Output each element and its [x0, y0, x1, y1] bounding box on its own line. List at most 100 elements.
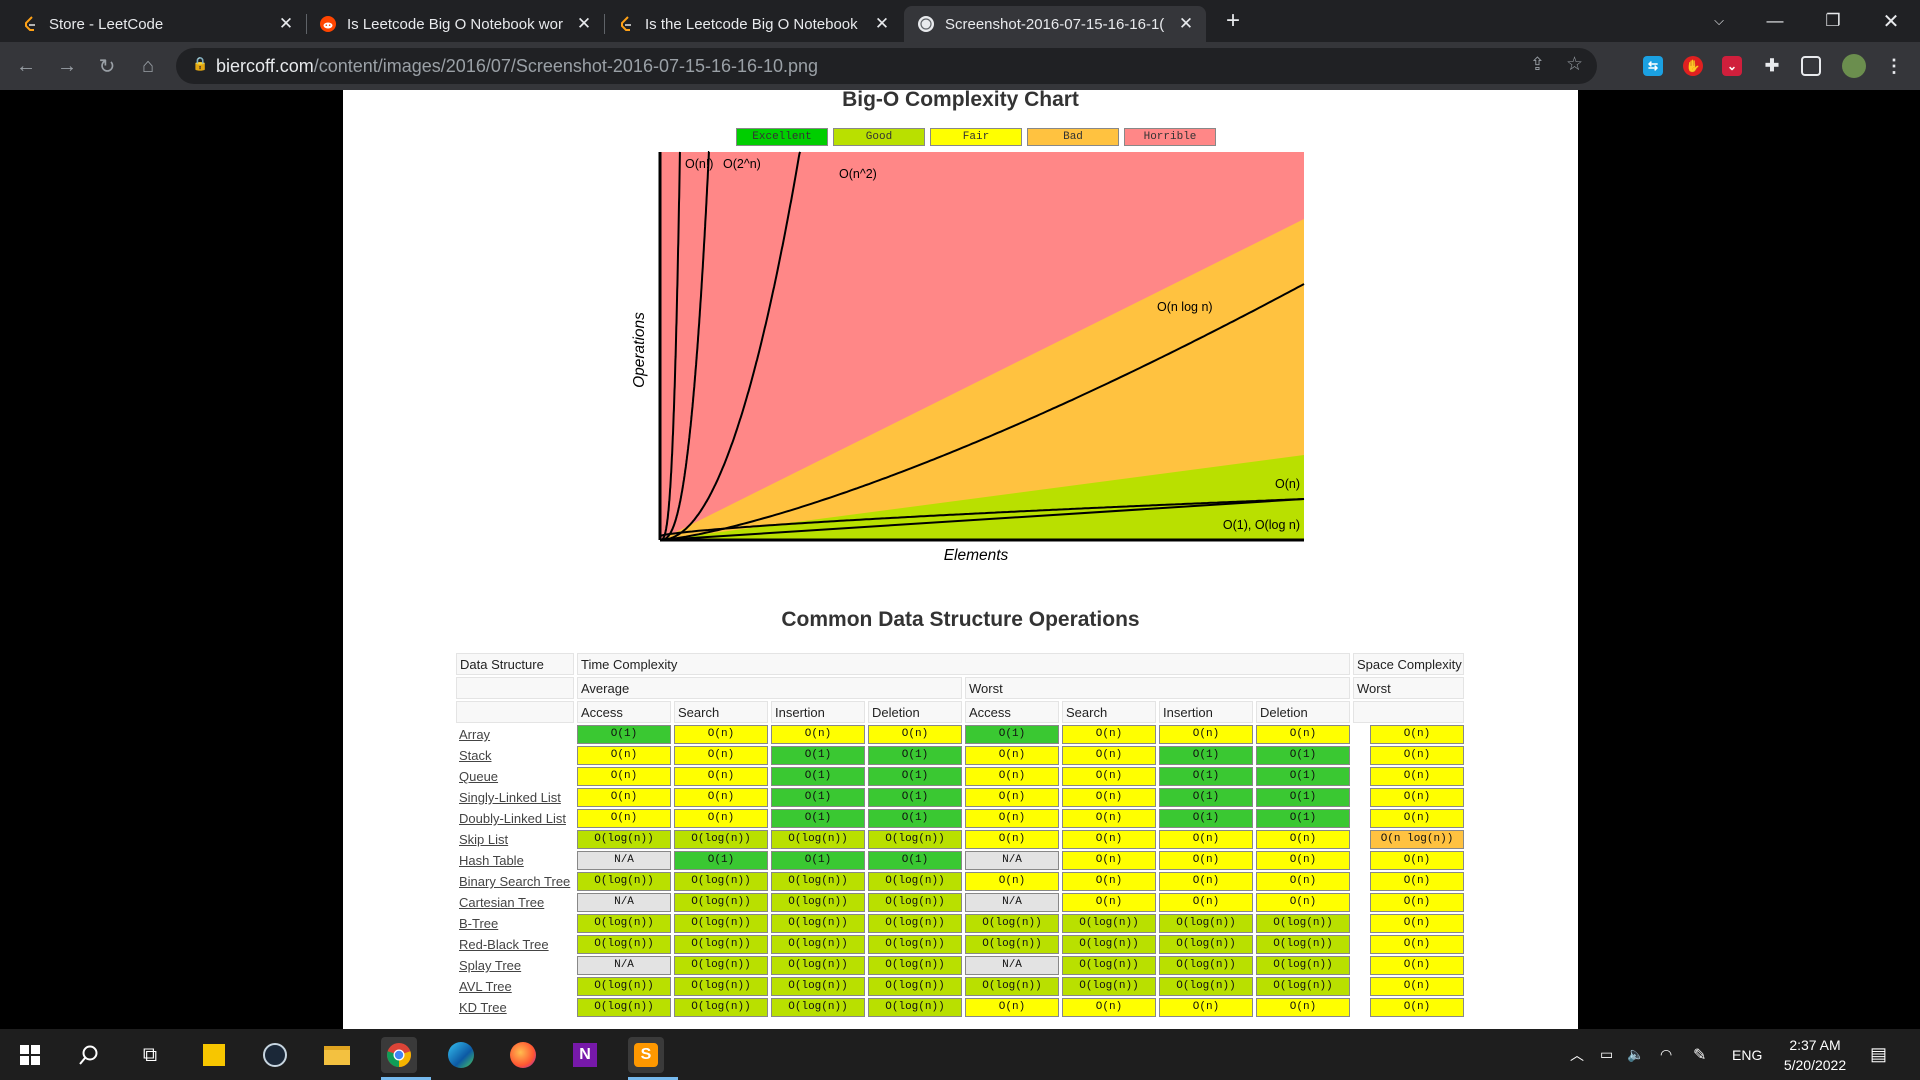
clock[interactable]: 2:37 AM 5/20/2022: [1770, 1029, 1860, 1080]
restore-icon[interactable]: ❐: [1810, 0, 1856, 42]
sublime-text-icon[interactable]: S: [628, 1037, 664, 1073]
structure-link[interactable]: Stack: [456, 746, 574, 765]
structure-link[interactable]: Red-Black Tree: [456, 935, 574, 954]
structure-link[interactable]: B-Tree: [456, 914, 574, 933]
onenote-icon[interactable]: N: [567, 1037, 603, 1073]
close-icon[interactable]: ✕: [1176, 14, 1196, 34]
leetcode-icon: [618, 16, 634, 32]
more-menu-icon[interactable]: ⋮: [1884, 56, 1904, 76]
structure-link[interactable]: Skip List: [456, 830, 574, 849]
structure-link[interactable]: Doubly-Linked List: [456, 809, 574, 828]
pen-icon[interactable]: ✎: [1693, 1029, 1706, 1080]
steam-icon[interactable]: [257, 1037, 293, 1073]
table-header-row: Access Search Insertion Deletion Access Searc…: [456, 701, 1464, 723]
structure-link[interactable]: Queue: [456, 767, 574, 786]
url-host: biercoff.com: [216, 55, 314, 76]
firefox-icon[interactable]: [505, 1037, 541, 1073]
complexity-cell: N/A: [965, 956, 1059, 975]
browser-tab[interactable]: Is Leetcode Big O Notebook wor ✕: [306, 6, 604, 42]
structure-link[interactable]: Singly-Linked List: [456, 788, 574, 807]
address-bar[interactable]: 🔒 biercoff.com/content/images/2016/07/Sc…: [176, 48, 1597, 84]
complexity-cell: O(1): [1256, 809, 1350, 828]
column-gap: [1353, 788, 1367, 807]
complexity-cell: O(1): [771, 788, 865, 807]
pocket-icon[interactable]: ⌄: [1722, 56, 1742, 76]
complexity-cell: N/A: [965, 893, 1059, 912]
share-icon[interactable]: ⇪: [1530, 54, 1545, 75]
complexity-cell: N/A: [577, 956, 671, 975]
table-header-row: Average Worst Worst: [456, 677, 1464, 699]
tab-title: Is Leetcode Big O Notebook wor: [347, 15, 563, 33]
chrome-icon[interactable]: [381, 1037, 417, 1073]
complexity-cell: O(log(n)): [674, 977, 768, 996]
complexity-cell: O(1): [868, 851, 962, 870]
complexity-cell: O(log(n)): [771, 872, 865, 891]
tray-overflow-icon[interactable]: ︿: [1570, 1029, 1584, 1080]
bookmark-star-icon[interactable]: ☆: [1566, 53, 1583, 76]
table-title: Common Data Structure Operations: [781, 608, 1140, 631]
sticky-notes-icon[interactable]: [196, 1037, 232, 1073]
back-icon[interactable]: ←: [10, 50, 42, 82]
column-gap: [1353, 830, 1367, 849]
file-explorer-icon[interactable]: [319, 1037, 355, 1073]
complexity-cell: O(n): [1370, 872, 1464, 891]
language-indicator[interactable]: ENG: [1732, 1029, 1762, 1080]
close-icon[interactable]: ✕: [872, 14, 892, 34]
structure-link[interactable]: Binary Search Tree: [456, 872, 574, 891]
tab-search-icon[interactable]: ⌵: [1696, 0, 1742, 42]
volume-icon[interactable]: 🔈: [1627, 1029, 1644, 1080]
browser-tab-active[interactable]: Screenshot-2016-07-15-16-16-1( ✕: [904, 6, 1206, 42]
complexity-cell: O(n): [1256, 830, 1350, 849]
column-header-insertion: Insertion: [771, 701, 865, 723]
reload-icon[interactable]: ↻: [91, 50, 123, 82]
series-label-n-squared: O(n^2): [839, 167, 877, 181]
column-gap: [1353, 851, 1367, 870]
windows-start-icon[interactable]: [12, 1037, 48, 1073]
wifi-icon[interactable]: ◠: [1660, 1029, 1672, 1080]
structure-link[interactable]: Cartesian Tree: [456, 893, 574, 912]
structure-link[interactable]: Splay Tree: [456, 956, 574, 975]
side-panel-icon[interactable]: [1801, 56, 1821, 76]
structure-link[interactable]: Array: [456, 725, 574, 744]
minimize-icon[interactable]: —: [1752, 0, 1798, 42]
home-icon[interactable]: ⌂: [132, 50, 164, 82]
battery-icon[interactable]: ▭: [1600, 1029, 1613, 1080]
table-row: Stack O(n) O(n) O(1) O(1) O(n) O(n) O(1) O(1) O(n…: [456, 746, 1464, 765]
complexity-cell: O(1): [771, 851, 865, 870]
complexity-cell: O(log(n)): [577, 977, 671, 996]
avatar[interactable]: [1842, 54, 1866, 78]
new-tab-button[interactable]: +: [1210, 0, 1256, 42]
notifications-icon[interactable]: ▤: [1870, 1029, 1887, 1080]
structure-link[interactable]: Hash Table: [456, 851, 574, 870]
complexity-cell: O(n): [1062, 746, 1156, 765]
complexity-cell: O(n): [1256, 893, 1350, 912]
close-icon[interactable]: ✕: [276, 14, 296, 34]
complexity-cell: O(n): [577, 788, 671, 807]
complexity-cell: O(n): [577, 746, 671, 765]
close-icon[interactable]: ✕: [574, 14, 594, 34]
forward-icon[interactable]: →: [51, 50, 83, 82]
browser-tab[interactable]: Store - LeetCode ✕: [8, 6, 306, 42]
window-close-icon[interactable]: ✕: [1868, 0, 1914, 42]
column-header-access: Access: [577, 701, 671, 723]
column-gap: [1353, 767, 1367, 786]
complexity-cell: O(1): [771, 746, 865, 765]
complexity-cell: O(log(n)): [577, 830, 671, 849]
structure-link[interactable]: AVL Tree: [456, 977, 574, 996]
search-icon[interactable]: [71, 1037, 107, 1073]
browser-tab[interactable]: Is the Leetcode Big O Notebook ✕: [604, 6, 902, 42]
extensions-puzzle-icon[interactable]: ✚: [1762, 56, 1782, 76]
complexity-cell: O(n): [1062, 998, 1156, 1017]
adblock-icon[interactable]: ✋: [1683, 56, 1703, 76]
complexity-cell: O(1): [577, 725, 671, 744]
complexity-cell: O(log(n)): [1062, 977, 1156, 996]
complexity-cell: O(n): [1062, 725, 1156, 744]
extension-icon[interactable]: ⇆: [1643, 56, 1663, 76]
complexity-cell: O(log(n)): [771, 998, 865, 1017]
series-label-n-log-n: O(n log n): [1157, 300, 1213, 314]
edge-icon[interactable]: [443, 1037, 479, 1073]
structure-link[interactable]: KD Tree: [456, 998, 574, 1017]
complexity-cell: O(1): [674, 851, 768, 870]
task-view-icon[interactable]: ⧉: [132, 1037, 168, 1073]
complexity-cell: O(log(n)): [771, 956, 865, 975]
